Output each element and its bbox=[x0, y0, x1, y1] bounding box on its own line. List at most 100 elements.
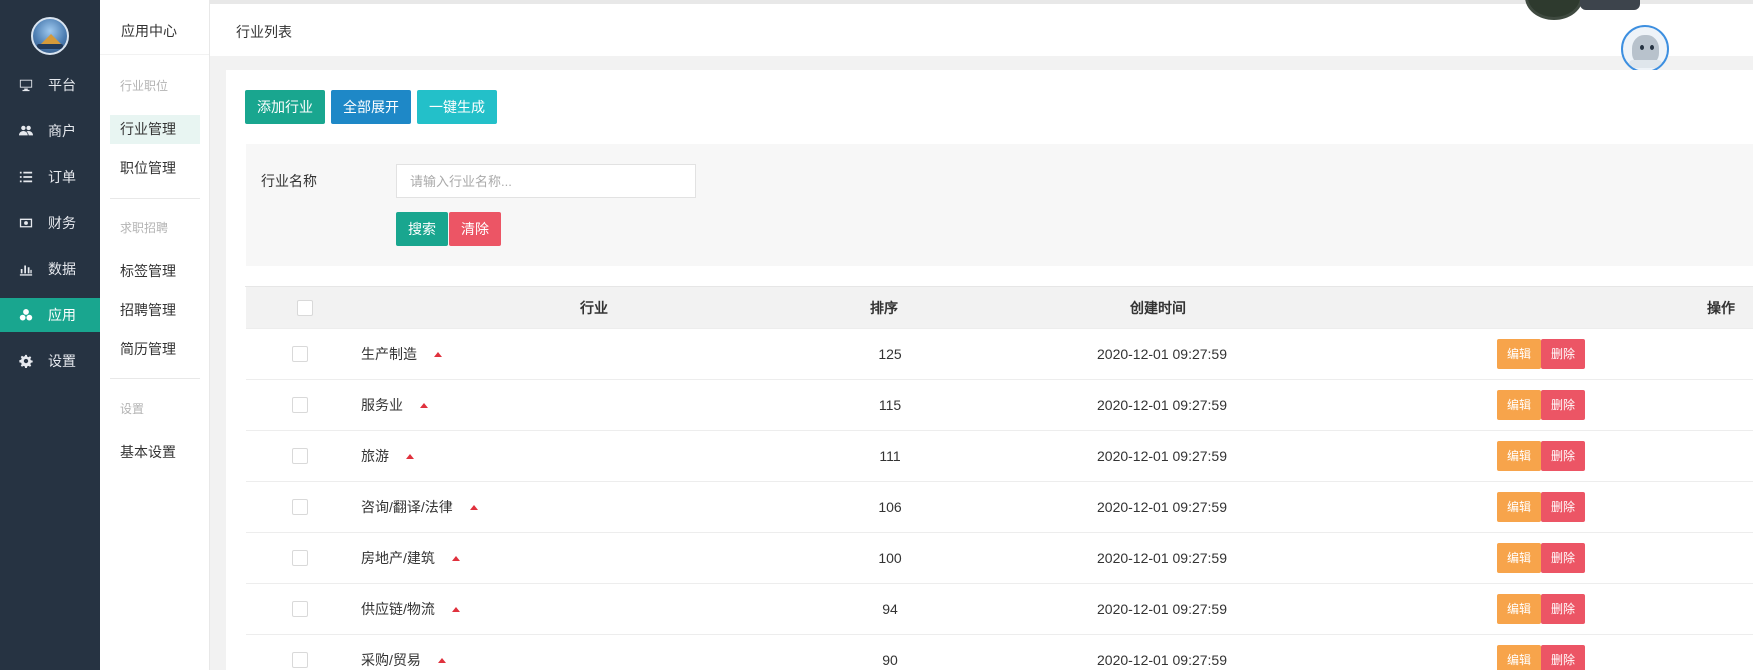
sidebar-item-label: 设置 bbox=[48, 353, 76, 369]
created-time: 2020-12-01 09:27:59 bbox=[1097, 499, 1227, 515]
edit-button[interactable]: 编辑 bbox=[1497, 594, 1542, 624]
sidebar-item-label: 订单 bbox=[48, 169, 76, 185]
industry-name: 供应链/物流 bbox=[361, 601, 435, 617]
sort-value: 111 bbox=[879, 448, 901, 464]
users-icon bbox=[19, 124, 33, 138]
table-row: 采购/贸易 90 2020-12-01 09:27:59 编辑 删除 bbox=[246, 635, 1753, 670]
app-root: 平台 商户 订单 财务 数据 应用 设置 应用中心 行业职位 行业管理 职位管理… bbox=[0, 0, 1753, 670]
sidebar-item-finance[interactable]: 财务 bbox=[0, 206, 100, 240]
sidebar-item-label: 应用 bbox=[48, 307, 76, 323]
floating-widget[interactable] bbox=[1525, 0, 1583, 20]
row-checkbox[interactable] bbox=[292, 533, 308, 583]
sort-value: 94 bbox=[882, 601, 898, 617]
top-bar: 行业列表 bbox=[210, 0, 1753, 73]
industry-name-cell: 旅游 bbox=[361, 431, 414, 481]
table-header-row: 行业 排序 创建时间 操作 bbox=[246, 287, 1753, 329]
industry-name-cell: 供应链/物流 bbox=[361, 584, 460, 634]
row-checkbox[interactable] bbox=[292, 431, 308, 481]
sort-caret-icon[interactable] bbox=[451, 555, 460, 561]
industry-name-cell: 生产制造 bbox=[361, 329, 442, 379]
delete-button[interactable]: 删除 bbox=[1541, 645, 1586, 670]
industry-name-cell: 房地产/建筑 bbox=[361, 533, 460, 583]
edit-button[interactable]: 编辑 bbox=[1497, 339, 1542, 369]
edit-button[interactable]: 编辑 bbox=[1497, 441, 1542, 471]
clear-button[interactable]: 清除 bbox=[449, 212, 501, 246]
submenu-divider bbox=[110, 378, 200, 379]
delete-button[interactable]: 删除 bbox=[1541, 390, 1586, 420]
edit-button[interactable]: 编辑 bbox=[1497, 390, 1542, 420]
sort-value: 125 bbox=[878, 346, 902, 362]
row-checkbox[interactable] bbox=[292, 482, 308, 532]
edit-button[interactable]: 编辑 bbox=[1497, 645, 1542, 670]
submenu-item-position[interactable]: 职位管理 bbox=[110, 154, 200, 183]
delete-button[interactable]: 删除 bbox=[1541, 492, 1586, 522]
column-header-sort: 排序 bbox=[870, 299, 898, 316]
search-label: 行业名称 bbox=[261, 173, 317, 189]
sidebar-item-data[interactable]: 数据 bbox=[0, 252, 100, 286]
delete-button[interactable]: 删除 bbox=[1541, 339, 1586, 369]
select-all-checkbox[interactable] bbox=[297, 287, 313, 328]
avatar-eye bbox=[1640, 45, 1644, 50]
table-row: 服务业 115 2020-12-01 09:27:59 编辑 删除 bbox=[246, 380, 1753, 431]
sidebar-item-label: 数据 bbox=[48, 261, 76, 277]
industry-table: 行业 排序 创建时间 操作 生产制造 125 2020-12-01 09:27:59… bbox=[245, 286, 1753, 670]
submenu-item-industry[interactable]: 行业管理 bbox=[110, 115, 200, 144]
submenu-item-basic-settings[interactable]: 基本设置 bbox=[110, 438, 200, 467]
main-card: 添加行业 全部展开 一键生成 行业名称 搜索 清除 行业 排序 创建时间 操作 … bbox=[226, 70, 1753, 670]
column-header-created: 创建时间 bbox=[1130, 299, 1186, 316]
table-row: 供应链/物流 94 2020-12-01 09:27:59 编辑 删除 bbox=[246, 584, 1753, 635]
sort-caret-icon[interactable] bbox=[451, 606, 460, 612]
avatar[interactable] bbox=[1621, 25, 1669, 73]
submenu-item-resume[interactable]: 简历管理 bbox=[110, 335, 200, 364]
sidebar-item-merchant[interactable]: 商户 bbox=[0, 114, 100, 148]
floating-widget-badge bbox=[1580, 0, 1640, 10]
created-time: 2020-12-01 09:27:59 bbox=[1097, 448, 1227, 464]
secondary-menu: 应用中心 行业职位 行业管理 职位管理 求职招聘 标签管理 招聘管理 简历管理 … bbox=[100, 0, 210, 670]
row-checkbox[interactable] bbox=[292, 329, 308, 379]
column-header-actions: 操作 bbox=[1707, 299, 1735, 316]
created-time: 2020-12-01 09:27:59 bbox=[1097, 397, 1227, 413]
submenu-item-recruit[interactable]: 招聘管理 bbox=[110, 296, 200, 325]
sidebar-item-apps[interactable]: 应用 bbox=[0, 298, 100, 332]
created-time: 2020-12-01 09:27:59 bbox=[1097, 652, 1227, 668]
logo[interactable] bbox=[31, 17, 69, 55]
delete-button[interactable]: 删除 bbox=[1541, 594, 1586, 624]
row-checkbox[interactable] bbox=[292, 584, 308, 634]
search-button[interactable]: 搜索 bbox=[396, 212, 448, 246]
sidebar-item-label: 商户 bbox=[48, 123, 76, 139]
sort-caret-icon[interactable] bbox=[420, 402, 428, 408]
created-time: 2020-12-01 09:27:59 bbox=[1097, 346, 1227, 362]
edit-button[interactable]: 编辑 bbox=[1497, 492, 1542, 522]
generate-button[interactable]: 一键生成 bbox=[417, 90, 497, 124]
sidebar-item-settings[interactable]: 设置 bbox=[0, 344, 100, 378]
edit-button[interactable]: 编辑 bbox=[1497, 543, 1542, 573]
industry-name: 房地产/建筑 bbox=[361, 550, 435, 566]
sort-value: 100 bbox=[878, 550, 902, 566]
delete-button[interactable]: 删除 bbox=[1541, 543, 1586, 573]
submenu-item-tags[interactable]: 标签管理 bbox=[110, 257, 200, 286]
industry-name: 生产制造 bbox=[361, 346, 417, 362]
expand-all-button[interactable]: 全部展开 bbox=[331, 90, 411, 124]
industry-name-input[interactable] bbox=[396, 164, 696, 198]
sidebar-item-platform[interactable]: 平台 bbox=[0, 68, 100, 102]
table-row: 旅游 111 2020-12-01 09:27:59 编辑 删除 bbox=[246, 431, 1753, 482]
logo-base-shape bbox=[37, 44, 63, 49]
avatar-eye bbox=[1650, 45, 1654, 50]
row-checkbox[interactable] bbox=[292, 380, 308, 430]
table-row: 生产制造 125 2020-12-01 09:27:59 编辑 删除 bbox=[246, 329, 1753, 380]
industry-name: 咨询/翻译/法律 bbox=[361, 499, 453, 515]
sidebar-item-orders[interactable]: 订单 bbox=[0, 160, 100, 194]
sort-caret-icon[interactable] bbox=[406, 453, 414, 459]
table-row: 房地产/建筑 100 2020-12-01 09:27:59 编辑 删除 bbox=[246, 533, 1753, 584]
breadcrumb: 行业列表 bbox=[236, 24, 292, 40]
sort-caret-icon[interactable] bbox=[434, 351, 442, 357]
sort-caret-icon[interactable] bbox=[469, 504, 478, 510]
delete-button[interactable]: 删除 bbox=[1541, 441, 1586, 471]
submenu-title: 应用中心 bbox=[100, 0, 209, 55]
created-time: 2020-12-01 09:27:59 bbox=[1097, 550, 1227, 566]
sort-caret-icon[interactable] bbox=[437, 657, 446, 663]
add-industry-button[interactable]: 添加行业 bbox=[245, 90, 325, 124]
monitor-icon bbox=[19, 78, 33, 92]
gear-icon bbox=[19, 354, 33, 368]
row-checkbox[interactable] bbox=[292, 635, 308, 670]
